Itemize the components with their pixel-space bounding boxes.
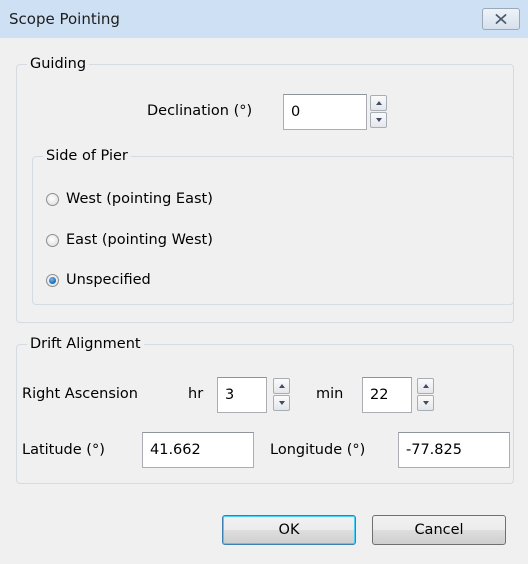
radio-button-west[interactable] (46, 192, 59, 206)
min-spinner[interactable] (417, 378, 434, 411)
radio-unspecified[interactable]: Unspecified (46, 270, 151, 290)
declination-up-button[interactable] (370, 95, 387, 111)
longitude-label: Longitude (°) (270, 442, 366, 458)
radio-east-pointing-west[interactable]: East (pointing West) (46, 230, 213, 250)
hr-label: hr (188, 386, 204, 402)
arrow-down-icon (278, 401, 285, 405)
window-title: Scope Pointing (9, 10, 120, 28)
hr-spinner[interactable] (273, 378, 290, 411)
hr-down-button[interactable] (273, 395, 290, 411)
arrow-down-icon (422, 401, 429, 405)
radio-label-west: West (pointing East) (66, 191, 213, 207)
arrow-up-icon (422, 384, 429, 388)
radio-west-pointing-east[interactable]: West (pointing East) (46, 189, 213, 209)
radio-button-unspecified[interactable] (46, 273, 59, 287)
close-button[interactable] (482, 8, 520, 30)
latitude-label: Latitude (°) (22, 442, 105, 458)
scope-pointing-dialog: Scope Pointing Guiding Declination (°) S… (0, 0, 528, 564)
min-label: min (316, 386, 344, 402)
min-up-button[interactable] (417, 378, 434, 394)
arrow-down-icon (375, 118, 382, 122)
declination-input[interactable] (283, 94, 367, 130)
guiding-legend: Guiding (30, 56, 87, 72)
radio-label-east: East (pointing West) (66, 232, 213, 248)
right-ascension-label: Right Ascension (22, 386, 138, 402)
hr-up-button[interactable] (273, 378, 290, 394)
declination-spinner[interactable] (370, 95, 387, 128)
min-down-button[interactable] (417, 395, 434, 411)
radio-button-east[interactable] (46, 233, 59, 247)
hr-input[interactable] (217, 377, 267, 413)
min-input[interactable] (362, 377, 412, 413)
arrow-up-icon (278, 384, 285, 388)
side-of-pier-legend: Side of Pier (46, 148, 128, 164)
close-icon (495, 14, 507, 24)
radio-label-unspecified: Unspecified (66, 272, 151, 288)
latitude-input[interactable] (142, 432, 254, 468)
arrow-up-icon (375, 101, 382, 105)
declination-down-button[interactable] (370, 112, 387, 128)
declination-label: Declination (°) (147, 103, 253, 119)
cancel-button[interactable]: Cancel (372, 515, 506, 545)
drift-alignment-legend: Drift Alignment (30, 336, 141, 352)
longitude-input[interactable] (398, 432, 510, 468)
title-bar[interactable]: Scope Pointing (0, 0, 528, 38)
ok-button[interactable]: OK (222, 515, 356, 545)
